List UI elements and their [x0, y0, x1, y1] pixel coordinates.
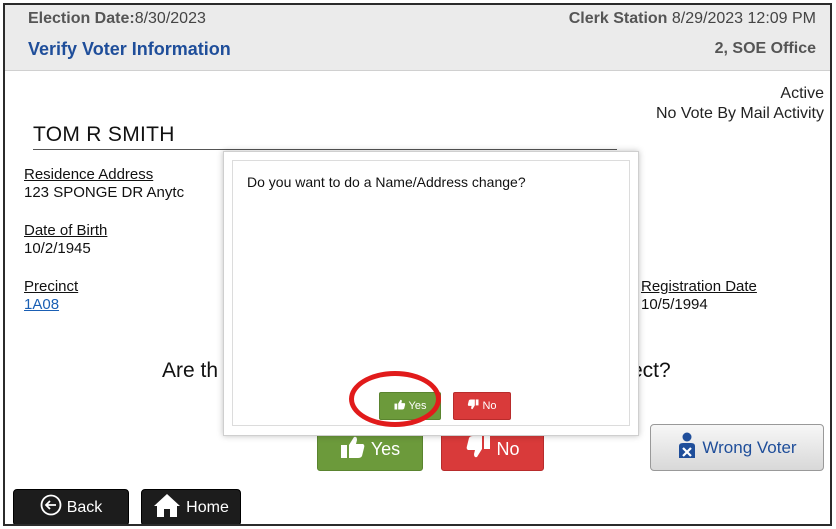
- office-name: 2, SOE Office: [714, 40, 816, 57]
- residence-address-value: 123 SPONGE DR Anytc: [24, 184, 185, 201]
- dialog-no-button[interactable]: No: [453, 392, 511, 420]
- dialog-prompt: Do you want to do a Name/Address change?: [247, 174, 526, 190]
- registration-date-label: Registration Date: [641, 278, 757, 295]
- wrong-voter-label: Wrong Voter: [702, 437, 797, 457]
- thumbs-up-icon: [394, 399, 406, 413]
- thumbs-down-icon: [465, 435, 491, 464]
- back-label: Back: [66, 498, 103, 516]
- dialog-no-label: No: [482, 400, 497, 412]
- station-datetime: 8/29/2023 12:09 PM: [671, 10, 816, 27]
- date-of-birth-value: 10/2/1945: [24, 240, 91, 257]
- dialog-yes-button[interactable]: Yes: [379, 392, 441, 420]
- station-label: Clerk Station: [568, 10, 668, 27]
- election-date-value: 8/30/2023: [134, 10, 206, 27]
- person-x-icon: [677, 432, 697, 463]
- page-title: Verify Voter Information: [28, 39, 231, 59]
- dialog-yes-label: Yes: [408, 400, 427, 412]
- home-button[interactable]: Home: [141, 489, 241, 524]
- confirm-no-label: No: [496, 439, 520, 459]
- station-info: Clerk Station 8/29/2023 12:09 PM: [569, 10, 816, 28]
- election-date-label: Election Date:: [28, 10, 135, 27]
- confirm-yes-label: Yes: [370, 439, 401, 459]
- home-icon: [153, 492, 181, 523]
- thumbs-up-icon: [340, 435, 366, 464]
- election-date: Election Date:8/30/2023: [28, 10, 206, 28]
- residence-address-label: Residence Address: [24, 166, 154, 183]
- app-window: Election Date:8/30/2023 Verify Voter Inf…: [3, 3, 832, 526]
- confirm-question-left: Are th: [162, 359, 219, 382]
- precinct-label: Precinct: [24, 278, 79, 295]
- back-button[interactable]: Back: [13, 489, 129, 524]
- vote-by-mail-status: No Vote By Mail Activity: [655, 105, 824, 122]
- header-bar: Election Date:8/30/2023 Verify Voter Inf…: [5, 5, 830, 71]
- voter-name: TOM R SMITH: [33, 123, 617, 150]
- wrong-voter-button[interactable]: Wrong Voter: [650, 424, 824, 471]
- precinct-link[interactable]: 1A08: [24, 296, 59, 313]
- name-address-change-dialog: Do you want to do a Name/Address change?…: [223, 151, 639, 436]
- dialog-body: Do you want to do a Name/Address change?…: [232, 160, 630, 426]
- thumbs-down-icon: [467, 399, 479, 413]
- back-arrow-icon: [40, 494, 62, 521]
- home-label: Home: [186, 498, 229, 516]
- voter-status: Active: [780, 85, 824, 102]
- registration-date-value: 10/5/1994: [641, 296, 708, 313]
- date-of-birth-label: Date of Birth: [24, 222, 108, 239]
